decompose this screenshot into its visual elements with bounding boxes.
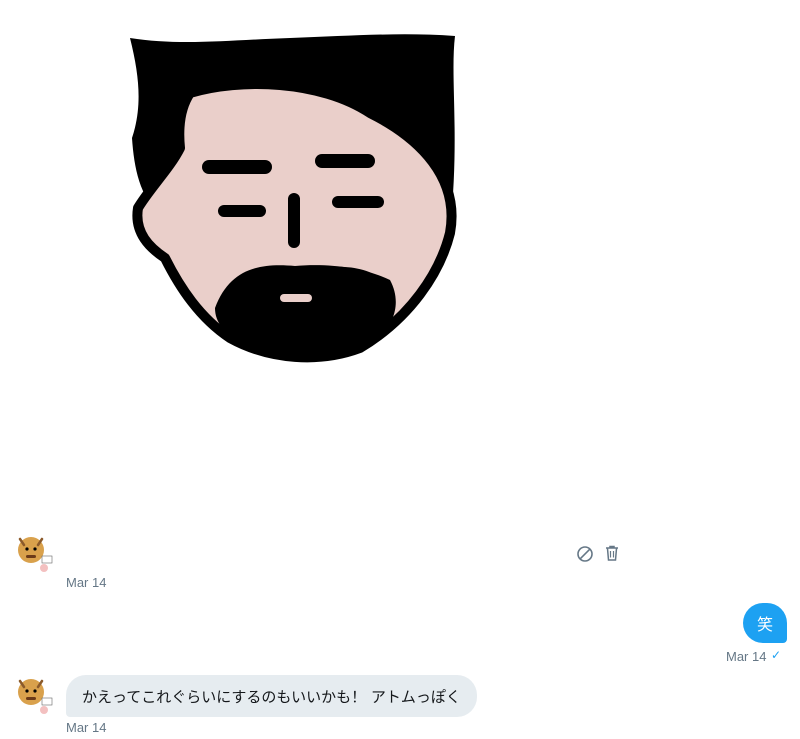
- nose-mark: [288, 193, 300, 248]
- shared-image-face-drawing[interactable]: [120, 18, 470, 373]
- left-eyebrow: [202, 160, 272, 174]
- block-icon[interactable]: [576, 545, 594, 563]
- right-eyebrow: [315, 154, 375, 168]
- message-timestamp: Mar 14: [66, 720, 107, 735]
- left-eye: [218, 205, 266, 217]
- message-timestamp: Mar 14: [726, 649, 767, 664]
- avatar[interactable]: [14, 676, 54, 716]
- right-eye: [332, 196, 384, 208]
- sent-check-icon: ✓: [771, 648, 782, 662]
- mouth-mark: [280, 294, 312, 302]
- message-timestamp: Mar 14: [66, 575, 107, 590]
- avatar[interactable]: [14, 534, 54, 574]
- incoming-message-bubble[interactable]: かえってこれぐらいにするのもいいかも！ アトムっぽく: [66, 675, 477, 717]
- outgoing-message-bubble[interactable]: 笑: [743, 603, 787, 643]
- trash-icon[interactable]: [603, 544, 621, 562]
